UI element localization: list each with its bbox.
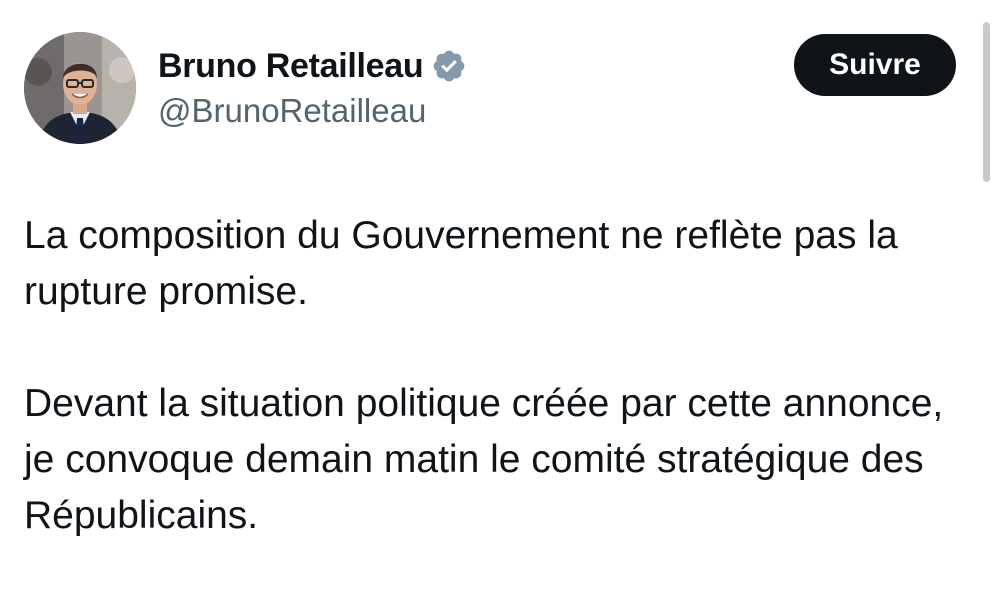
avatar-photo bbox=[24, 32, 136, 144]
tweet-text: La composition du Gouvernement ne reflèt… bbox=[24, 208, 974, 544]
author-avatar[interactable] bbox=[24, 32, 136, 144]
tweet-paragraph: Devant la situation politique créée par … bbox=[24, 382, 944, 537]
tweet-card: Bruno Retailleau @BrunoRetailleau Suivre… bbox=[0, 0, 1000, 589]
follow-button[interactable]: Suivre bbox=[794, 34, 956, 96]
verified-badge-icon[interactable] bbox=[431, 48, 467, 84]
author-handle[interactable]: @BrunoRetailleau bbox=[158, 92, 426, 130]
tweet-paragraph: La composition du Gouvernement ne reflèt… bbox=[24, 214, 898, 313]
author-name-row: Bruno Retailleau bbox=[158, 44, 467, 88]
author-display-name[interactable]: Bruno Retailleau bbox=[158, 47, 424, 86]
scrollbar-thumb[interactable] bbox=[983, 22, 990, 182]
